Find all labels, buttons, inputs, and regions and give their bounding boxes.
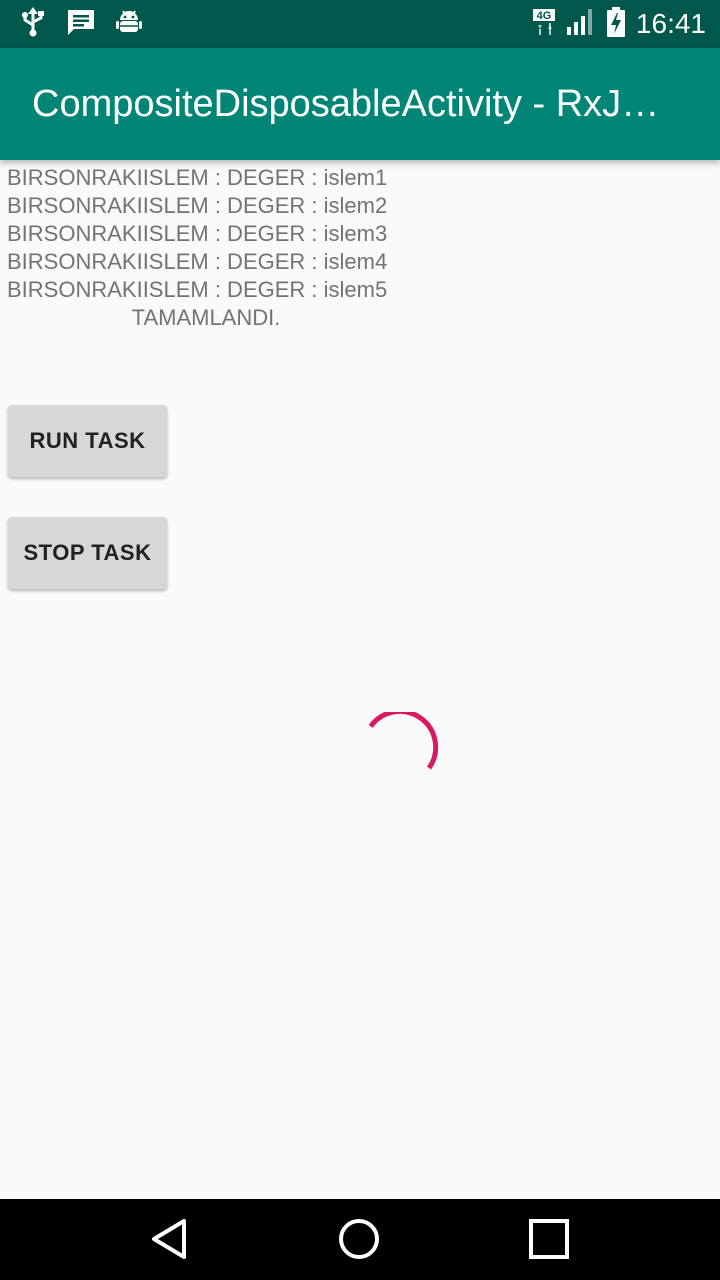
home-icon[interactable]: [335, 1215, 383, 1263]
app-bar: CompositeDisposableActivity - RxJava: [0, 48, 720, 160]
log-line: BIRSONRAKIISLEM : DEGER : islem5: [7, 277, 388, 302]
signal-icon: [566, 7, 596, 42]
recents-icon[interactable]: [525, 1215, 573, 1263]
run-task-button[interactable]: RUN TASK: [8, 405, 167, 477]
status-clock: 16:41: [635, 8, 706, 39]
usb-icon: [20, 6, 46, 42]
network-label: 4G: [537, 10, 552, 22]
message-icon: [66, 8, 96, 41]
battery-charging-icon: [606, 6, 626, 43]
status-bar: 4G 16:41: [0, 0, 720, 48]
screen: 4G 16:41 CompositeDisposableActivity - R…: [0, 0, 720, 1280]
stop-task-button[interactable]: STOP TASK: [8, 517, 167, 589]
log-line: BIRSONRAKIISLEM : DEGER : islem1: [7, 165, 388, 190]
status-system-icons: 4G 16:41: [532, 6, 706, 42]
log-output: BIRSONRAKIISLEM : DEGER : islem1 BIRSONR…: [7, 164, 405, 332]
log-completed-line: TAMAMLANDI.: [131, 305, 281, 330]
android-debug-icon: [116, 8, 142, 41]
log-line: BIRSONRAKIISLEM : DEGER : islem4: [7, 249, 388, 274]
progress-spinner: [360, 708, 440, 792]
back-icon[interactable]: [146, 1215, 194, 1263]
app-title: CompositeDisposableActivity - RxJava: [32, 83, 672, 125]
network-4g-icon: 4G: [532, 7, 556, 42]
log-line: BIRSONRAKIISLEM : DEGER : islem3: [7, 221, 388, 246]
log-line: BIRSONRAKIISLEM : DEGER : islem2: [7, 193, 388, 218]
navigation-bar: [0, 1199, 720, 1280]
status-notification-icons: [20, 6, 142, 42]
